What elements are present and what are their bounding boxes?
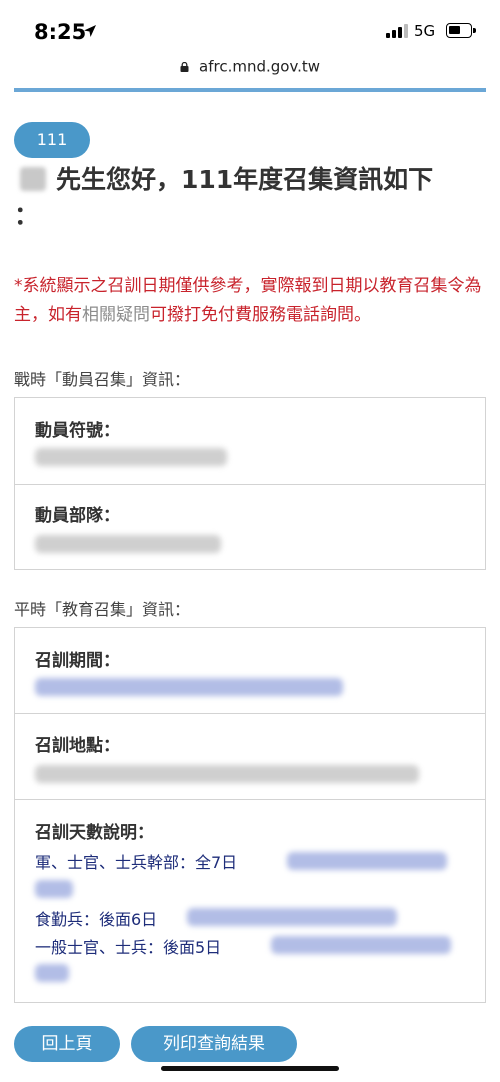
training-period-row: 召訓期間： [15, 628, 485, 713]
redacted-days-general-note-cont [35, 964, 69, 982]
redacted-days-general-note [271, 936, 451, 954]
page-title: 先生您好，111年度召集資訊如下 ： [14, 162, 486, 234]
redacted-name [20, 167, 46, 191]
lock-icon [180, 61, 189, 72]
days-logistics-text: 食勤兵：後面6日 [35, 910, 158, 929]
url-text: afrc.mnd.gov.tw [199, 57, 321, 76]
days-officers-text: 軍、士官、士兵幹部：全7日 [35, 853, 238, 872]
peacetime-section-title: 平時「教育召集」資訊： [14, 600, 191, 619]
back-button[interactable]: 回上頁 [14, 1026, 120, 1062]
wartime-info-box: 動員符號： 動員部隊： [14, 397, 486, 570]
redacted-days-logistics-note [187, 908, 397, 926]
status-time: 8:25 [34, 20, 87, 44]
redacted-mobilization-code [35, 448, 227, 466]
days-general-text: 一般士官、士兵：後面5日 [35, 938, 222, 957]
notice-part2: 可撥打免付費服務電話詢問。 [150, 305, 371, 325]
mobilization-code-row: 動員符號： [15, 398, 485, 484]
peacetime-info-box: 召訓期間： 召訓地點： 召訓天數說明： 軍、士官、士兵幹部：全7日 食勤兵：後面… [14, 627, 486, 1003]
url-bar[interactable]: afrc.mnd.gov.tw [0, 56, 500, 86]
print-results-button[interactable]: 列印查詢結果 [131, 1026, 297, 1062]
training-location-row: 召訓地點： [15, 713, 485, 799]
training-days-row: 召訓天數說明： 軍、士官、士兵幹部：全7日 食勤兵：後面6日 一般士官、士兵：後… [15, 799, 485, 1004]
mobilization-unit-row: 動員部隊： [15, 484, 485, 571]
notice-text: *系統顯示之召訓日期僅供參考，實際報到日期以教育召集令為主，如有相關疑問可撥打免… [14, 272, 492, 330]
network-type: 5G [414, 22, 436, 40]
location-arrow-icon [84, 25, 96, 37]
mobilization-code-label: 動員符號： [35, 421, 120, 441]
greeting-text: 先生您好，111年度召集資訊如下 [56, 165, 434, 194]
greeting-colon: ： [14, 201, 40, 230]
training-period-label: 召訓期間： [35, 651, 120, 671]
header-divider [14, 88, 486, 92]
home-indicator[interactable] [161, 1066, 339, 1071]
training-location-label: 召訓地點： [35, 736, 120, 756]
redacted-training-location [35, 765, 419, 783]
battery-icon [446, 23, 476, 38]
cellular-signal-icon [386, 24, 408, 38]
redacted-days-officers-note-cont [35, 880, 73, 898]
training-days-label: 召訓天數說明： [35, 823, 154, 843]
mobilization-unit-label: 動員部隊： [35, 506, 120, 526]
redacted-mobilization-unit [35, 535, 221, 553]
redacted-training-period [35, 678, 343, 696]
status-bar: 8:25 5G [0, 0, 500, 64]
redacted-days-officers-note [287, 852, 447, 870]
year-badge: 111 [14, 122, 90, 158]
wartime-section-title: 戰時「動員召集」資訊： [14, 370, 191, 389]
notice-muted-text: 相關疑問 [82, 305, 150, 325]
